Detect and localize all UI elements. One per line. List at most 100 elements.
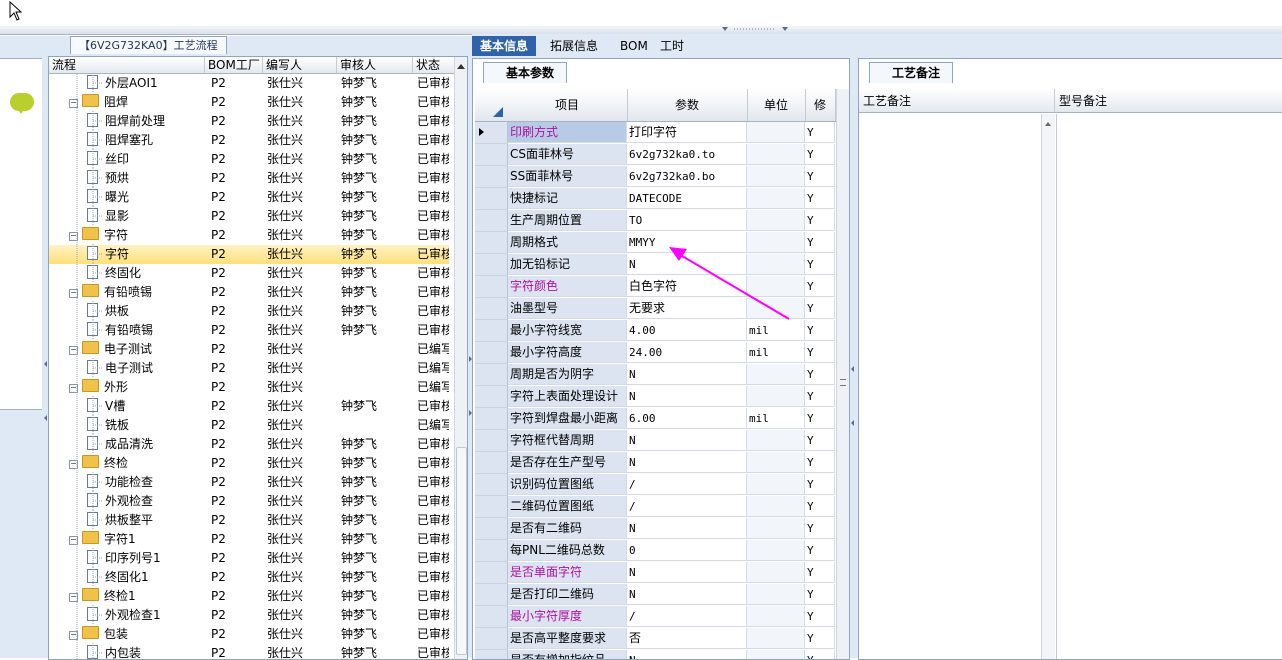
- collapse-toggle-icon[interactable]: −: [69, 460, 78, 469]
- parameter-row[interactable]: 快捷标记 DATECODE Y: [475, 188, 837, 210]
- parameter-row[interactable]: 是否单面字符 N Y: [475, 562, 837, 584]
- parameter-value[interactable]: /: [627, 474, 747, 495]
- parameter-modify-flag[interactable]: Y: [805, 540, 835, 561]
- parameter-value[interactable]: N: [627, 452, 747, 473]
- tree-column-header[interactable]: 编写人: [263, 57, 337, 73]
- parameter-value[interactable]: N: [627, 386, 747, 407]
- parameters-column-header[interactable]: 参数: [627, 89, 748, 121]
- tree-row[interactable]: 外层AOI1P2张仕兴钟梦飞已审核: [49, 74, 449, 93]
- tab-work-hours[interactable]: 工时: [652, 36, 692, 56]
- tree-row[interactable]: 字符P2张仕兴钟梦飞已审核: [49, 245, 449, 264]
- tree-column-header[interactable]: BOM工厂: [205, 57, 263, 73]
- tree-node[interactable]: − 终检: [69, 454, 219, 473]
- parameter-modify-flag[interactable]: Y: [805, 386, 835, 407]
- collapse-toggle-icon[interactable]: −: [69, 384, 78, 393]
- parameter-value[interactable]: 0: [627, 540, 747, 561]
- parameter-modify-flag[interactable]: Y: [805, 166, 835, 187]
- parameter-modify-flag[interactable]: Y: [805, 364, 835, 385]
- parameter-value[interactable]: /: [627, 496, 747, 517]
- row-header[interactable]: [475, 144, 508, 166]
- parameter-modify-flag[interactable]: Y: [805, 210, 835, 231]
- tree-row[interactable]: −阻焊P2张仕兴钟梦飞已审核: [49, 93, 449, 112]
- collapse-toggle-icon[interactable]: −: [69, 232, 78, 241]
- tab-extended-info[interactable]: 拓展信息: [542, 36, 606, 56]
- tree-vertical-scrollbar[interactable]: [454, 57, 467, 659]
- parameter-modify-flag[interactable]: Y: [805, 232, 835, 253]
- row-header[interactable]: [475, 562, 508, 584]
- parameters-column-header[interactable]: 修: [805, 89, 836, 121]
- tree-row[interactable]: 成品清洗P2张仕兴钟梦飞已审核: [49, 435, 449, 454]
- tree-row[interactable]: 终固化P2张仕兴钟梦飞已审核: [49, 264, 449, 283]
- tree-row[interactable]: 外观检查1P2张仕兴钟梦飞已审核: [49, 606, 449, 625]
- row-header[interactable]: [475, 518, 508, 540]
- parameter-row[interactable]: 是否有二维码 N Y: [475, 518, 837, 540]
- row-header[interactable]: [475, 342, 508, 364]
- tree-node[interactable]: − 电子测试: [69, 340, 219, 359]
- parameter-modify-flag[interactable]: Y: [805, 562, 835, 583]
- parameter-value[interactable]: 24.00: [627, 342, 747, 363]
- row-header[interactable]: [475, 254, 508, 276]
- tree-row[interactable]: 功能检查P2张仕兴钟梦飞已审核: [49, 473, 449, 492]
- parameter-modify-flag[interactable]: Y: [805, 452, 835, 473]
- chat-bubble-icon[interactable]: [10, 93, 34, 114]
- parameter-modify-flag[interactable]: Y: [805, 496, 835, 517]
- row-header[interactable]: [475, 584, 508, 606]
- tree-row[interactable]: 曝光P2张仕兴钟梦飞已审核: [49, 188, 449, 207]
- parameter-row[interactable]: 生产周期位置 TO Y: [475, 210, 837, 232]
- row-header[interactable]: [475, 474, 508, 496]
- parameter-row[interactable]: 字符到焊盘最小距离 6.00 mil Y: [475, 408, 837, 430]
- row-header[interactable]: [475, 232, 508, 254]
- tree-row[interactable]: 预烘P2张仕兴钟梦飞已审核: [49, 169, 449, 188]
- collapse-toggle-icon[interactable]: −: [69, 99, 78, 108]
- parameter-value[interactable]: N: [627, 364, 747, 385]
- tree-row[interactable]: 电子测试P2张仕兴已编写: [49, 359, 449, 378]
- parameter-row[interactable]: 周期是否为阴字 N Y: [475, 364, 837, 386]
- parameters-column-header[interactable]: 单位: [747, 89, 806, 121]
- tree-node[interactable]: − 包装: [69, 625, 219, 644]
- collapse-toggle-icon[interactable]: −: [69, 536, 78, 545]
- row-header[interactable]: [475, 166, 508, 188]
- parameter-row[interactable]: 是否打印二维码 N Y: [475, 584, 837, 606]
- parameter-value[interactable]: 6.00: [627, 408, 747, 429]
- parameter-value[interactable]: N: [627, 430, 747, 451]
- row-header[interactable]: [475, 606, 508, 628]
- parameter-row[interactable]: 识别码位置图纸 / Y: [475, 474, 837, 496]
- tree-node[interactable]: − 外形: [69, 378, 219, 397]
- row-header[interactable]: [475, 408, 508, 430]
- parameter-row[interactable]: 字符框代替周期 N Y: [475, 430, 837, 452]
- parameter-row[interactable]: 最小字符厚度 / Y: [475, 606, 837, 628]
- parameter-modify-flag[interactable]: Y: [805, 408, 835, 429]
- tree-row[interactable]: −字符1P2张仕兴钟梦飞已审核: [49, 530, 449, 549]
- tree-row[interactable]: −包装P2张仕兴钟梦飞已审核: [49, 625, 449, 644]
- parameter-modify-flag[interactable]: Y: [805, 298, 835, 319]
- parameter-value[interactable]: 6v2g732ka0.bo: [627, 166, 747, 187]
- parameter-row[interactable]: CS面菲林号 6v2g732ka0.to Y: [475, 144, 837, 166]
- row-header[interactable]: [475, 210, 508, 232]
- tree-row[interactable]: 终固化1P2张仕兴钟梦飞已审核: [49, 568, 449, 587]
- tree-column-header[interactable]: 审核人: [337, 57, 413, 73]
- row-header[interactable]: [475, 628, 508, 650]
- tree-row[interactable]: 阻焊前处理P2张仕兴钟梦飞已审核: [49, 112, 449, 131]
- scroll-thumb[interactable]: [456, 447, 467, 655]
- parameters-column-header[interactable]: 项目: [507, 89, 628, 121]
- parameter-modify-flag[interactable]: Y: [805, 342, 835, 363]
- tree-row[interactable]: 丝印P2张仕兴钟梦飞已审核: [49, 150, 449, 169]
- parameter-modify-flag[interactable]: Y: [805, 188, 835, 209]
- parameters-vertical-scrollbar[interactable]: [836, 89, 849, 659]
- parameter-value[interactable]: 6v2g732ka0.to: [627, 144, 747, 165]
- tree-row[interactable]: 烘板P2张仕兴钟梦飞已审核: [49, 302, 449, 321]
- parameter-value[interactable]: 否: [627, 628, 747, 649]
- row-header[interactable]: [475, 386, 508, 408]
- tree-row[interactable]: −有铅喷锡P2张仕兴钟梦飞已审核: [49, 283, 449, 302]
- parameter-modify-flag[interactable]: Y: [805, 584, 835, 605]
- tab-bom[interactable]: BOM: [612, 36, 656, 56]
- tree-node[interactable]: − 字符: [69, 226, 219, 245]
- tree-row[interactable]: 印序列号1P2张仕兴钟梦飞已审核: [49, 549, 449, 568]
- tree-row[interactable]: 阻焊塞孔P2张仕兴钟梦飞已审核: [49, 131, 449, 150]
- tree-node[interactable]: − 阻焊: [69, 93, 219, 112]
- parameter-row[interactable]: 是否高平整度要求否 Y: [475, 628, 837, 650]
- tree-row[interactable]: −电子测试P2张仕兴已编写: [49, 340, 449, 359]
- tree-row[interactable]: −终检P2张仕兴钟梦飞已审核: [49, 454, 449, 473]
- row-header[interactable]: [475, 122, 508, 144]
- tree-row[interactable]: V槽P2张仕兴钟梦飞已审核: [49, 397, 449, 416]
